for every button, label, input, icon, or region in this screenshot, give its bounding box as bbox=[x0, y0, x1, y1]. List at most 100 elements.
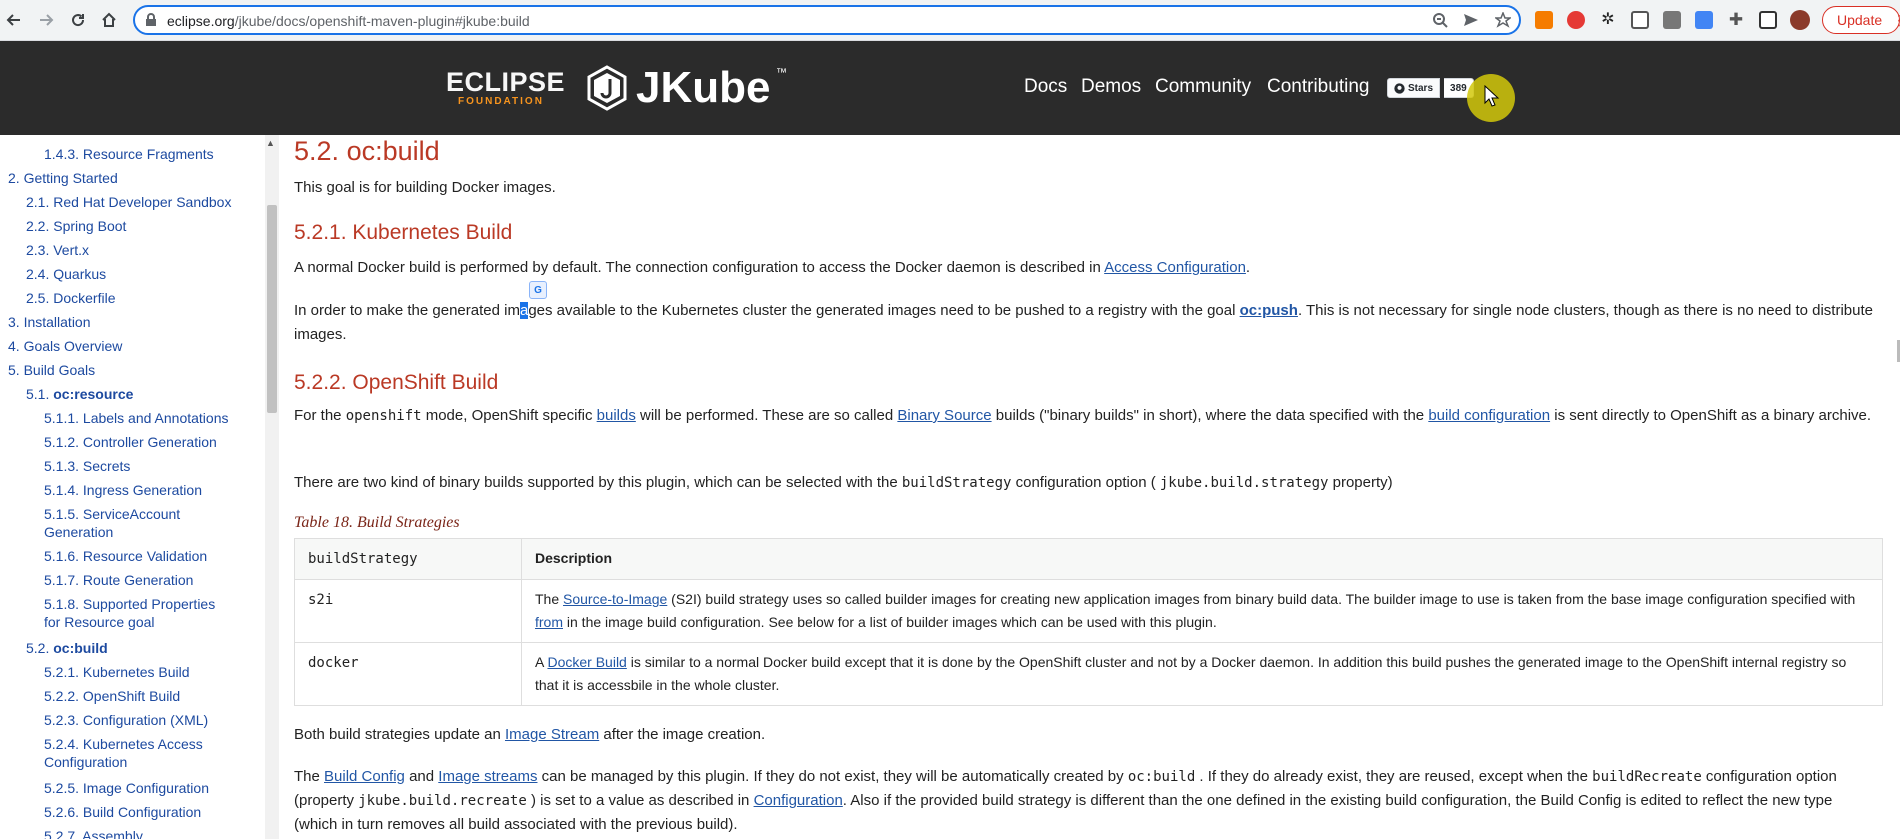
toc-item-4[interactable]: 4. Goals Overview bbox=[8, 337, 122, 355]
sidepanel-icon[interactable] bbox=[1759, 11, 1777, 29]
build-config-paragraph: The Build Config and Image streams can b… bbox=[294, 765, 1879, 837]
back-icon[interactable] bbox=[2, 8, 26, 32]
toc-item-5-2-6[interactable]: 5.2.6. Build Configuration bbox=[44, 803, 201, 821]
toc-item-5-1-4[interactable]: 5.1.4. Ingress Generation bbox=[44, 481, 202, 499]
url-path: /jkube/docs/openshift-maven-plugin#jkube… bbox=[234, 13, 530, 29]
toc-item-5-1-8[interactable]: 5.1.8. Supported Properties for Resource … bbox=[44, 595, 215, 631]
jkube-logo[interactable]: JKube bbox=[586, 63, 770, 113]
forward-icon[interactable] bbox=[34, 8, 58, 32]
from-link[interactable]: from bbox=[535, 614, 563, 630]
toc-item-5-1-3[interactable]: 5.1.3. Secrets bbox=[44, 457, 130, 475]
configuration-link[interactable]: Configuration bbox=[754, 792, 843, 809]
translate-bubble-icon[interactable]: G bbox=[529, 281, 547, 299]
kubernetes-build-heading: 5.2.1. Kubernetes Build bbox=[294, 221, 513, 244]
toc-item-2[interactable]: 2. Getting Started bbox=[8, 169, 118, 187]
section-goal-name: oc:build bbox=[346, 136, 440, 166]
menu-dots-icon[interactable]: ⋮ bbox=[1892, 12, 1900, 29]
nav-demos[interactable]: Demos bbox=[1081, 76, 1141, 98]
toc-item-1-4-3[interactable]: 1.4.3. Resource Fragments bbox=[44, 145, 214, 163]
tabs-extension-icon[interactable] bbox=[1663, 11, 1681, 29]
zoom-icon[interactable] bbox=[1431, 11, 1449, 29]
toc-item-5-1-7[interactable]: 5.1.7. Route Generation bbox=[44, 571, 193, 589]
os-p2-text-c: property) bbox=[1328, 474, 1393, 491]
openshift-build-heading: 5.2.2. OpenShift Build bbox=[294, 371, 499, 394]
toc-item-5-2[interactable]: 5.2. oc:build bbox=[26, 639, 108, 657]
puzzle-extensions-icon[interactable]: ✚ bbox=[1727, 11, 1745, 29]
toc-item-5-1-num: 5.1. bbox=[26, 386, 50, 402]
oc-push-link[interactable]: oc:push bbox=[1240, 302, 1298, 319]
toc-item-2-1[interactable]: 2.1. Red Hat Developer Sandbox bbox=[26, 193, 231, 211]
binary-source-link[interactable]: Binary Source bbox=[897, 407, 991, 424]
github-stars-button[interactable]: Stars bbox=[1387, 78, 1441, 98]
both-strategies-paragraph: Both build strategies update an Image St… bbox=[294, 723, 1879, 747]
os-p1-text-b: mode, OpenShift specific bbox=[421, 407, 597, 424]
browser-toolbar: eclipse.org/jkube/docs/openshift-maven-p… bbox=[0, 0, 1900, 41]
github-icon bbox=[1394, 82, 1405, 94]
nav-docs[interactable]: Docs bbox=[1024, 76, 1067, 98]
toc-item-5-2-1[interactable]: 5.2.1. Kubernetes Build bbox=[44, 663, 190, 681]
lock-icon[interactable] bbox=[145, 13, 157, 27]
update-button[interactable]: Update ⋮ bbox=[1822, 6, 1900, 34]
toc-item-5-2-7[interactable]: 5.2.7. Assembly bbox=[44, 827, 143, 839]
reload-icon[interactable] bbox=[66, 8, 90, 32]
gnome-extension-icon[interactable]: ✲ bbox=[1599, 11, 1617, 29]
jkube-hex-icon bbox=[587, 65, 627, 111]
sidebar-scrollbar-thumb[interactable] bbox=[267, 205, 277, 413]
url-text: eclipse.org/jkube/docs/openshift-maven-p… bbox=[167, 13, 530, 29]
send-icon[interactable] bbox=[1462, 11, 1480, 29]
home-icon[interactable] bbox=[97, 8, 121, 32]
last-text-f: ) is set to a value as described in bbox=[526, 792, 754, 809]
toc-item-partial[interactable] bbox=[57, 125, 61, 133]
toc-item-3[interactable]: 3. Installation bbox=[8, 313, 91, 331]
profile-avatar-icon[interactable] bbox=[1790, 10, 1810, 30]
source-to-image-link[interactable]: Source-to-Image bbox=[563, 591, 667, 607]
table-row: docker A Docker Build is similar to a no… bbox=[294, 642, 1883, 706]
image-streams-link[interactable]: Image streams bbox=[438, 768, 537, 785]
row1-text-a: The bbox=[535, 591, 564, 607]
nav-community[interactable]: Community bbox=[1155, 76, 1251, 98]
build-recreate-code: buildRecreate bbox=[1592, 769, 1702, 785]
eclipse-foundation-logo[interactable]: ECLIPSE FOUNDATION bbox=[446, 67, 565, 107]
toc-item-5-1-2[interactable]: 5.1.2. Controller Generation bbox=[44, 433, 217, 451]
openshift-mode-code: openshift bbox=[345, 408, 422, 424]
toc-item-5-2-name: oc:build bbox=[53, 640, 108, 656]
nav-contributing[interactable]: Contributing bbox=[1267, 76, 1369, 98]
build-config-link[interactable]: Build Config bbox=[324, 768, 405, 785]
last-text-a: The bbox=[294, 768, 325, 785]
toc-item-5-1[interactable]: 5.1. oc:resource bbox=[26, 385, 133, 403]
bookmark-star-icon[interactable] bbox=[1494, 11, 1512, 29]
builds-link[interactable]: builds bbox=[597, 407, 636, 424]
toc-item-5-2-4[interactable]: 5.2.4. Kubernetes Access Configuration bbox=[44, 735, 203, 771]
build-configuration-link[interactable]: build configuration bbox=[1428, 407, 1550, 424]
red-extension-icon[interactable] bbox=[1567, 11, 1585, 29]
toc-item-5-1-6[interactable]: 5.1.6. Resource Validation bbox=[44, 547, 207, 565]
access-configuration-link[interactable]: Access Configuration bbox=[1104, 259, 1246, 276]
toc-item-2-3[interactable]: 2.3. Vert.x bbox=[26, 241, 89, 259]
row2-text-b: is similar to a normal Docker build exce… bbox=[535, 654, 1847, 693]
github-stars-badge[interactable]: Stars 389 bbox=[1387, 78, 1474, 98]
toc-item-5-1-5[interactable]: 5.1.5. ServiceAccount Generation bbox=[44, 505, 180, 541]
toc-item-5-2-num: 5.2. bbox=[26, 640, 50, 656]
github-stars-label: Stars bbox=[1408, 82, 1434, 94]
toc-item-2-4[interactable]: 2.4. Quarkus bbox=[26, 265, 106, 283]
translate-extension-icon[interactable] bbox=[1695, 11, 1713, 29]
toc-item-5-2-3[interactable]: 5.2.3. Configuration (XML) bbox=[44, 711, 208, 729]
rss-extension-icon[interactable] bbox=[1535, 11, 1553, 29]
docker-build-link[interactable]: Docker Build bbox=[547, 654, 626, 670]
toc-item-5[interactable]: 5. Build Goals bbox=[8, 361, 95, 379]
toc-item-2-5[interactable]: 2.5. Dockerfile bbox=[26, 289, 115, 307]
s2i-code: s2i bbox=[308, 592, 334, 608]
toc-item-2-2[interactable]: 2.2. Spring Boot bbox=[26, 217, 126, 235]
build-strategy-code: buildStrategy bbox=[901, 475, 1012, 491]
last-text-d: . If they do already exist, they are reu… bbox=[1195, 768, 1593, 785]
toc-item-5-2-4-line1: 5.2.4. Kubernetes Access bbox=[44, 736, 203, 752]
toc-item-5-2-5[interactable]: 5.2.5. Image Configuration bbox=[44, 779, 209, 797]
toc-item-5-2-2[interactable]: 5.2.2. OpenShift Build bbox=[44, 687, 180, 705]
toc-item-5-1-1[interactable]: 5.1.1. Labels and Annotations bbox=[44, 409, 228, 427]
scroll-up-arrow-icon[interactable]: ▲ bbox=[266, 138, 275, 148]
address-bar[interactable]: eclipse.org/jkube/docs/openshift-maven-p… bbox=[133, 5, 1521, 35]
toc-item-5-1-name: oc:resource bbox=[53, 386, 134, 402]
os-p1-text-e: is sent directly to OpenShift as a binar… bbox=[1550, 407, 1872, 424]
image-stream-link[interactable]: Image Stream bbox=[505, 726, 599, 743]
shield-extension-icon[interactable] bbox=[1631, 11, 1649, 29]
